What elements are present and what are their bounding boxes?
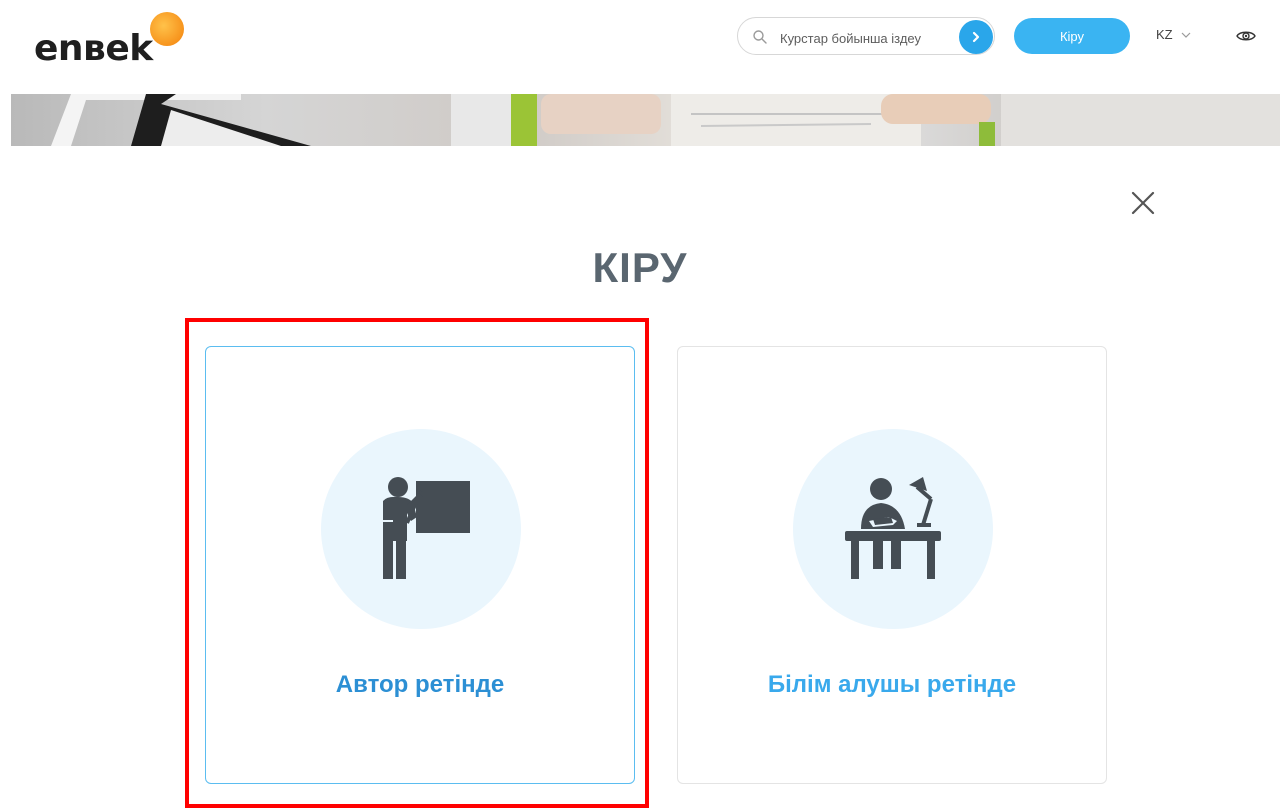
login-button[interactable]: Кіру <box>1014 18 1130 54</box>
top-header: enвek Кіру KZ <box>0 0 1280 94</box>
student-desk-icon <box>845 477 941 579</box>
hero-banner-image <box>11 94 1280 146</box>
chevron-down-icon <box>1181 32 1191 38</box>
search-box <box>737 17 995 55</box>
author-option-label: Автор ретінде <box>335 671 505 698</box>
modal-title: КІРУ <box>592 244 688 291</box>
logo-text: enвek <box>34 28 153 69</box>
student-option-card[interactable]: Білім алушы ретінде <box>677 346 1107 784</box>
search-submit-button[interactable] <box>959 20 993 54</box>
language-label: KZ <box>1156 27 1173 42</box>
login-button-label: Кіру <box>1059 28 1085 44</box>
search-icon <box>753 30 767 44</box>
eye-icon[interactable] <box>1236 28 1256 44</box>
teacher-blackboard-icon <box>381 477 470 579</box>
search-input[interactable] <box>778 26 952 50</box>
student-icon-circle <box>793 429 993 629</box>
banner-illustration <box>51 94 1280 146</box>
close-icon[interactable] <box>1130 190 1156 216</box>
author-icon-circle <box>321 429 521 629</box>
language-selector[interactable]: KZ <box>1156 27 1191 42</box>
logo-dot-icon <box>150 12 184 46</box>
chevron-right-icon <box>972 31 980 43</box>
author-option-card[interactable]: Автор ретінде <box>205 346 635 784</box>
student-option-label: Білім алушы ретінде <box>767 671 1017 698</box>
